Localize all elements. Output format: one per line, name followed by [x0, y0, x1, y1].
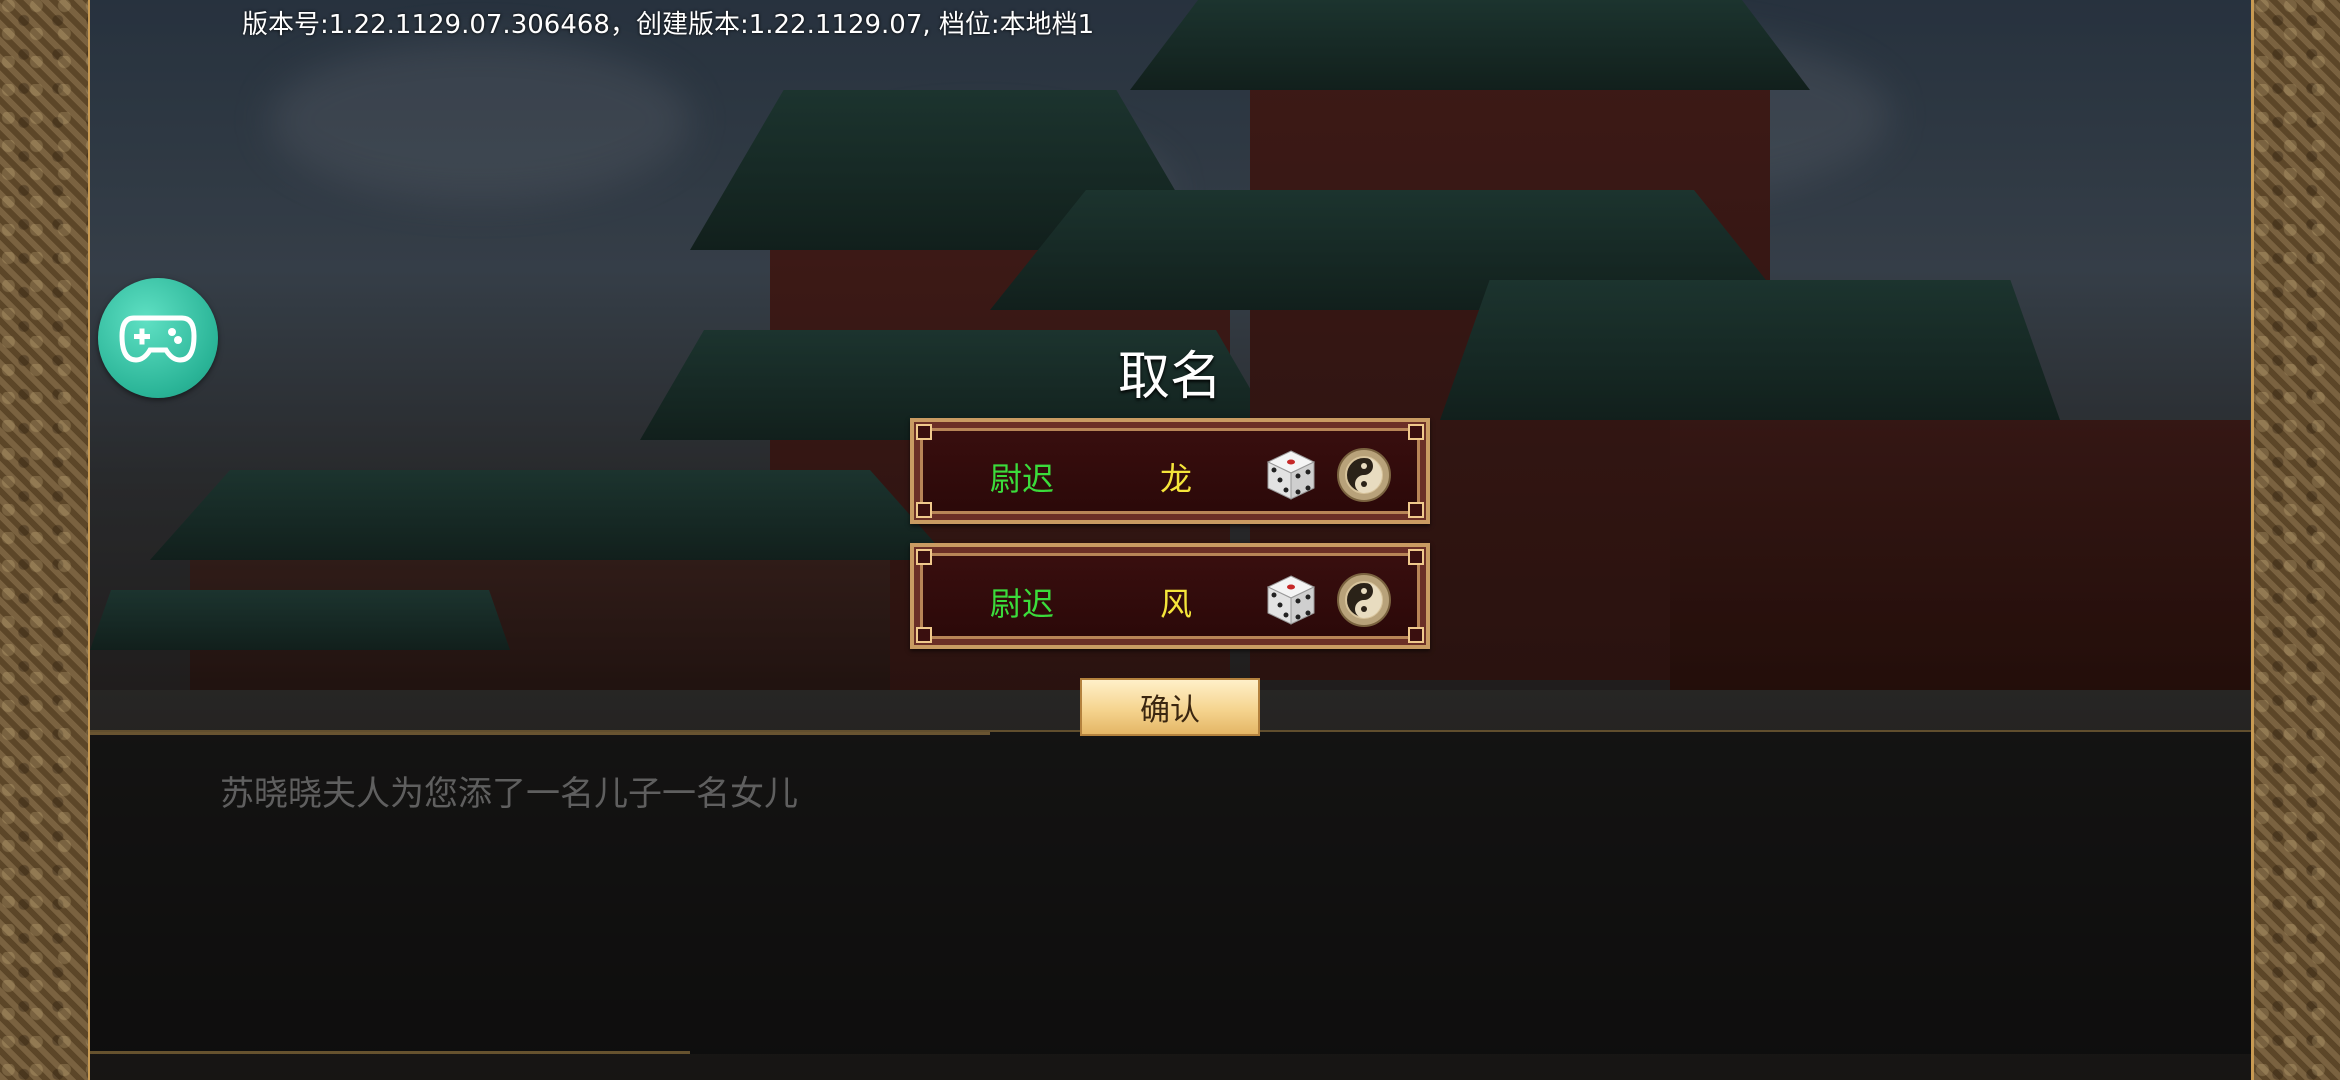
gamepad-button[interactable]: [98, 278, 218, 398]
surname-label: 尉迟: [990, 585, 1055, 623]
left-ornate-border: [0, 0, 91, 1080]
yinyang-icon[interactable]: [1336, 447, 1392, 503]
dice-icon[interactable]: [1264, 573, 1318, 627]
name-option-2: 尉迟 风: [910, 543, 1430, 649]
naming-dialog-title: 取名: [1117, 347, 1222, 407]
surname-label: 尉迟: [990, 460, 1055, 498]
yinyang-icon[interactable]: [1336, 572, 1392, 628]
dice-icon[interactable]: [1264, 448, 1318, 502]
name-option-1: 尉迟 龙: [910, 418, 1430, 524]
version-info: 版本号:1.22.1129.07.306468，创建版本:1.22.1129.0…: [242, 10, 1095, 40]
right-ornate-border: [2251, 0, 2340, 1080]
given-name-label: 风: [1160, 585, 1193, 623]
event-message: 苏晓晓夫人为您添了一名儿子一名女儿: [220, 774, 798, 814]
background-scene: [90, 0, 2252, 1080]
confirm-button[interactable]: 确认: [1080, 678, 1260, 736]
gamepad-icon: [119, 315, 197, 363]
given-name-label: 龙: [1160, 460, 1193, 498]
